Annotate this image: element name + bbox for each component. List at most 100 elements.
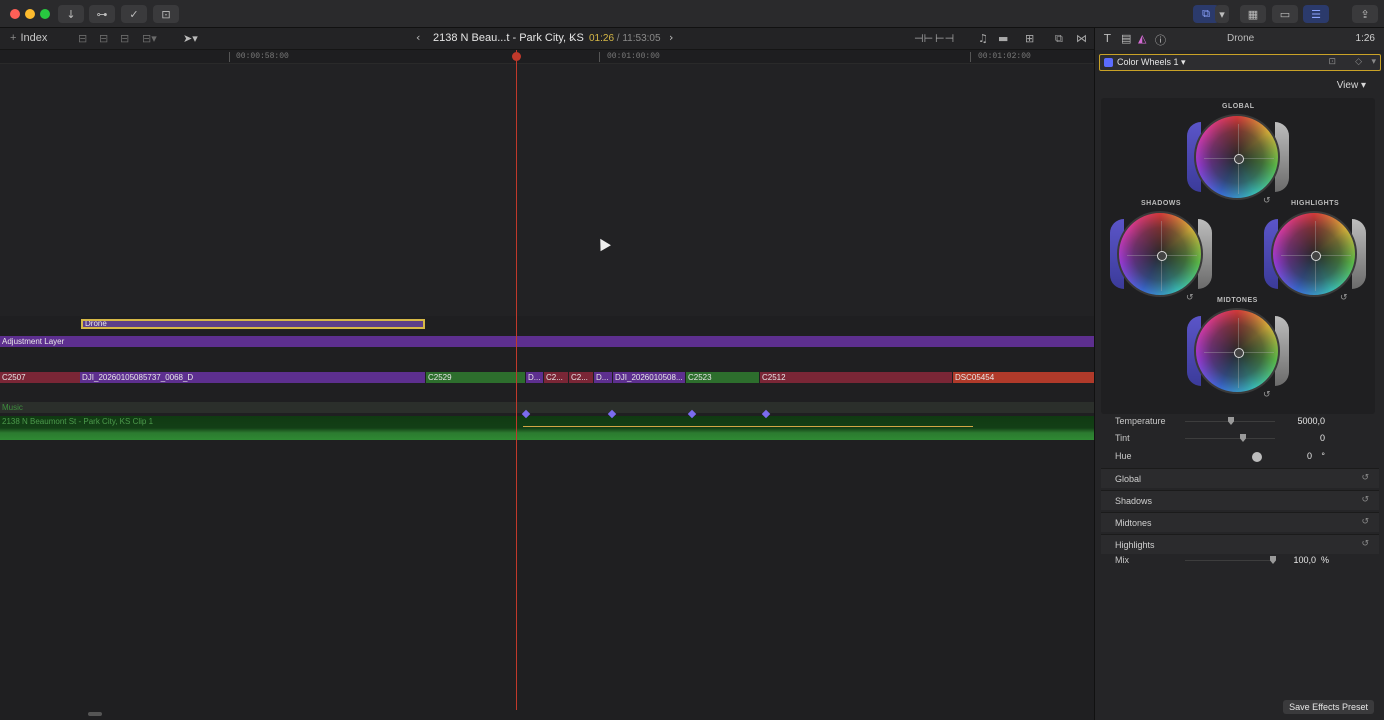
section-midtones[interactable]: Midtones ↺	[1101, 512, 1379, 532]
reset-icon[interactable]: ↺	[1361, 473, 1369, 483]
hue-dial-icon[interactable]	[1252, 452, 1262, 462]
keywords-icon[interactable]: ⊶	[89, 5, 115, 23]
color-inspector-icon[interactable]: ◭	[1138, 32, 1146, 45]
overwrite-clip-icon[interactable]: ⊟▾	[142, 32, 157, 45]
temperature-value[interactable]: 5000,0	[1297, 416, 1325, 426]
video-inspector-icon[interactable]: ▤	[1121, 32, 1131, 45]
timeline-area[interactable]: Drone Adjustment Layer C2507 DJI_2026010…	[0, 64, 1094, 720]
midtones-reset-icon[interactable]: ↺	[1263, 390, 1271, 400]
effects-browser-icon[interactable]: ⋈	[1076, 32, 1087, 45]
select-tool-icon[interactable]: ➤▾	[183, 32, 198, 45]
highlights-color-wheel[interactable]	[1271, 211, 1357, 297]
tint-value[interactable]: 0	[1320, 433, 1325, 443]
layout-menu-chevron-icon[interactable]: ▾	[1215, 5, 1229, 23]
zoom-in-icon[interactable]: ⊢⊣	[935, 32, 954, 45]
timeline-clip[interactable]: DJI_2026010508...	[613, 372, 685, 383]
index-button[interactable]: + Index	[10, 32, 47, 44]
timeline-clip[interactable]: C2529	[426, 372, 525, 383]
drone-title-clip[interactable]: Drone	[81, 319, 425, 329]
timeline-clip[interactable]: C2523	[686, 372, 759, 383]
timeline-clip[interactable]: D...	[594, 372, 612, 383]
highlights-reset-icon[interactable]: ↺	[1340, 293, 1348, 303]
shadows-wheel-puck[interactable]	[1157, 251, 1167, 261]
minimize-window-button[interactable]	[25, 9, 35, 19]
save-effects-preset-button[interactable]: Save Effects Preset	[1283, 700, 1374, 714]
append-clip-icon[interactable]: ⊟	[120, 32, 129, 45]
timeline-clip[interactable]: C2512	[760, 372, 952, 383]
clip-label: DJI_2026010508...	[615, 373, 683, 382]
timeline-clip[interactable]: DSC05454	[953, 372, 1094, 383]
timeline-toolbar: + Index ⊟ ⊟ ⊟ ⊟▾ ➤▾ ‹ 2138 N Beau...t - P…	[0, 28, 1094, 50]
clip-appearance-icon[interactable]: ⧉	[1055, 32, 1063, 46]
grid-view-icon[interactable]: ▦	[1240, 5, 1266, 23]
snapping-icon[interactable]: ⊞	[1025, 32, 1034, 45]
section-shadows[interactable]: Shadows ↺	[1101, 490, 1379, 510]
mix-value[interactable]: 100,0	[1293, 555, 1316, 565]
timeline-view-icon[interactable]: ▭	[1272, 5, 1298, 23]
reset-icon[interactable]: ↺	[1361, 517, 1369, 527]
audio-clip[interactable]: 2138 N Beaumont St - Park City, KS Clip …	[0, 416, 1094, 440]
insert-clip-icon[interactable]: ⊟	[99, 32, 108, 45]
import-icon[interactable]: ↓	[58, 5, 84, 23]
tint-slider[interactable]	[1185, 434, 1275, 442]
close-window-button[interactable]	[10, 9, 20, 19]
inspector-tabs: T ▤ ◭ ⓘ Drone 1:26	[1095, 28, 1384, 50]
mix-slider-thumb[interactable]	[1270, 556, 1276, 564]
adjustment-layer-clip[interactable]: Adjustment Layer	[0, 336, 1094, 347]
midtones-wheel-puck[interactable]	[1234, 348, 1244, 358]
zoom-out-icon[interactable]: ⊣⊢	[914, 32, 933, 45]
effect-selector[interactable]: Color Wheels 1 ▾ ⊡ ◇ ▾	[1099, 54, 1381, 71]
effect-name[interactable]: Color Wheels 1 ▾	[1117, 57, 1186, 68]
effect-menu-chevron-icon[interactable]: ▾	[1371, 56, 1376, 67]
background-tasks-icon[interactable]: ✓	[121, 5, 147, 23]
ruler-tick	[229, 52, 230, 62]
back-arrow-icon[interactable]: ‹	[416, 31, 420, 44]
timeline-ruler[interactable]: 00:00:58:00 00:01:00:00 00:01:02:00	[0, 50, 1094, 64]
info-inspector-icon[interactable]: ⓘ	[1155, 32, 1166, 48]
audio-volume-line[interactable]	[523, 426, 973, 427]
shadows-color-wheel[interactable]	[1117, 211, 1203, 297]
title-inspector-icon[interactable]: T	[1104, 32, 1111, 45]
project-timecode: 01:26 / 11:53:05	[589, 33, 661, 44]
timeline-scrollbar[interactable]	[88, 712, 102, 716]
global-wheel-label: GLOBAL	[1222, 103, 1255, 110]
inspector-toggle-icon[interactable]: ☰	[1303, 5, 1329, 23]
playhead[interactable]	[516, 50, 517, 710]
timeline-clip[interactable]: C2...	[569, 372, 593, 383]
solo-icon[interactable]: ▬	[998, 32, 1008, 45]
highlights-wheel-puck[interactable]	[1311, 251, 1321, 261]
effect-keyframe-icon[interactable]: ◇	[1355, 56, 1362, 67]
temperature-slider[interactable]	[1185, 417, 1275, 425]
tint-slider-thumb[interactable]	[1240, 434, 1246, 442]
hue-value[interactable]: 0	[1307, 451, 1312, 461]
midtones-color-wheel[interactable]	[1194, 308, 1280, 394]
temperature-slider-thumb[interactable]	[1228, 417, 1234, 425]
section-global[interactable]: Global ↺	[1101, 468, 1379, 488]
global-color-wheel[interactable]	[1194, 114, 1280, 200]
view-menu-button[interactable]: View ▾	[1337, 80, 1366, 91]
forward-arrow-icon[interactable]: ›	[669, 31, 673, 44]
share-library-icon[interactable]: ⊡	[153, 5, 179, 23]
timeline-clip[interactable]: DJI_20260105085737_0068_D	[80, 372, 425, 383]
section-highlights[interactable]: Highlights ↺	[1101, 534, 1379, 554]
shadows-reset-icon[interactable]: ↺	[1186, 293, 1194, 303]
effect-mask-icon[interactable]: ⊡	[1328, 56, 1336, 67]
global-wheel-puck[interactable]	[1234, 154, 1244, 164]
music-lane[interactable]: Music	[0, 402, 1094, 413]
audio-skimming-icon[interactable]: ♫	[978, 32, 988, 45]
timeline-clip[interactable]: C2507	[0, 372, 80, 383]
highlights-wheel-label: HIGHLIGHTS	[1291, 200, 1340, 207]
zoom-window-button[interactable]	[40, 9, 50, 19]
effect-enable-checkbox[interactable]	[1104, 58, 1113, 67]
mix-slider[interactable]	[1185, 556, 1276, 564]
reset-icon[interactable]: ↺	[1361, 539, 1369, 549]
connect-clip-icon[interactable]: ⊟	[78, 32, 87, 45]
project-menu-chevron-icon[interactable]: ⌄	[567, 31, 576, 44]
timeline-clip[interactable]: C2...	[544, 372, 568, 383]
reset-icon[interactable]: ↺	[1361, 495, 1369, 505]
project-title[interactable]: 2138 N Beau...t - Park City, KS	[433, 32, 584, 44]
hue-row: Hue 0 °	[1115, 449, 1375, 465]
share-icon[interactable]: ⇪	[1352, 5, 1378, 23]
global-reset-icon[interactable]: ↺	[1263, 196, 1271, 206]
timeline-clip[interactable]: D...	[526, 372, 543, 383]
